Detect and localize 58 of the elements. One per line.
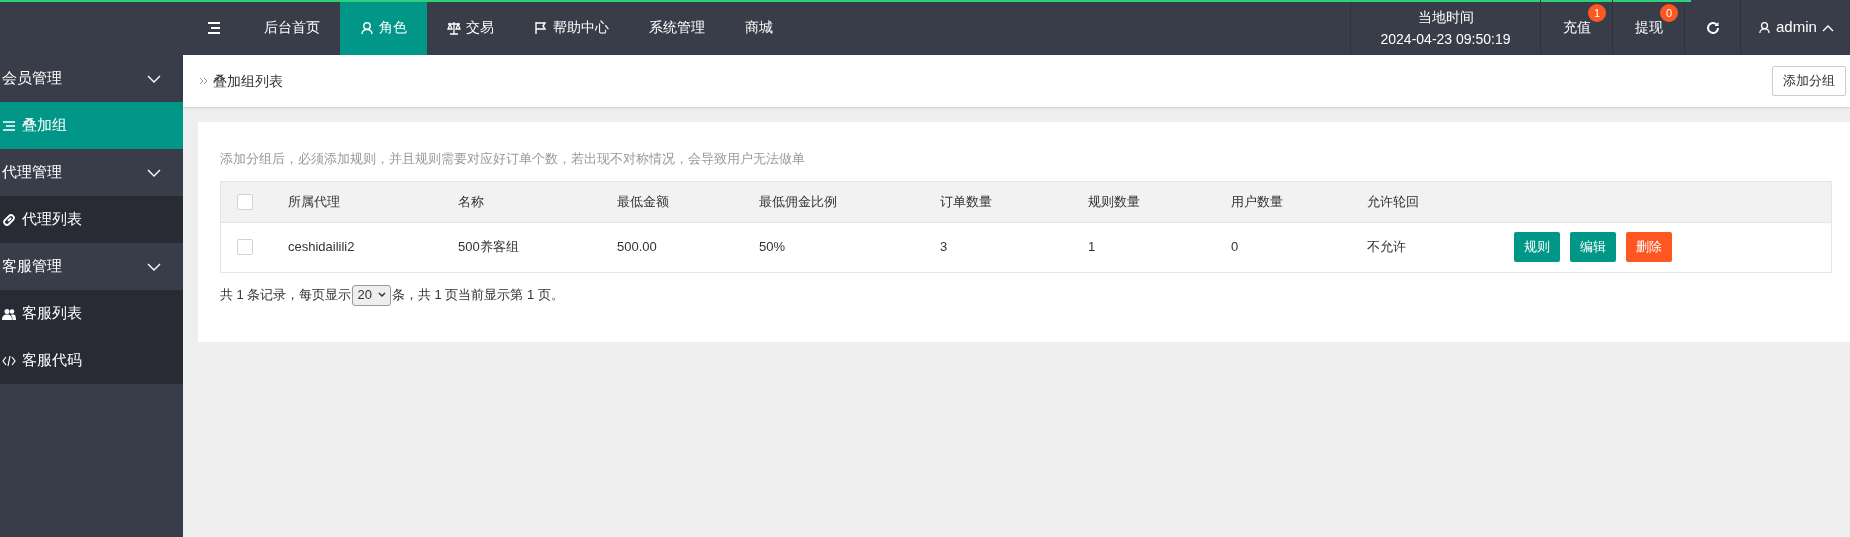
chevron-down-icon xyxy=(147,262,161,271)
column-header: 允许轮回 xyxy=(1367,192,1420,211)
table-cell-text: 50% xyxy=(759,238,787,257)
sidebar-item[interactable]: 叠加组 xyxy=(0,102,183,149)
count-badge: 1 xyxy=(1588,4,1606,22)
table-cell-text: 500养客组 xyxy=(458,238,520,257)
add-group-button[interactable]: 添加分组 xyxy=(1772,66,1846,96)
column-header: 名称 xyxy=(458,192,485,211)
double-chevron-icon xyxy=(199,76,209,86)
nav-tab[interactable]: 商城 xyxy=(725,0,793,55)
users-icon xyxy=(2,306,16,321)
action-button[interactable]: 规则 xyxy=(1514,232,1560,262)
link-icon xyxy=(2,212,16,227)
nav-link[interactable]: 提现 xyxy=(1634,17,1663,38)
code-icon xyxy=(2,353,16,368)
column-header: 最低金额 xyxy=(617,192,670,211)
checkbox[interactable] xyxy=(237,239,253,255)
column-header: 订单数量 xyxy=(940,192,993,211)
table-cell-text: 0 xyxy=(1231,238,1240,257)
user-icon xyxy=(1758,21,1771,34)
table-cell-text: 3 xyxy=(940,238,949,257)
action-button[interactable]: 编辑 xyxy=(1570,232,1616,262)
sidebar-item[interactable]: 代理列表 xyxy=(0,196,183,243)
chevron-down-icon xyxy=(147,74,161,83)
nav-tab[interactable]: 帮助中心 xyxy=(514,0,629,55)
nav-tab[interactable]: 后台首页 xyxy=(244,0,340,55)
checkbox[interactable] xyxy=(237,193,253,210)
table-cell-text: ceshidailili2 xyxy=(288,238,356,257)
flag-icon xyxy=(534,20,548,35)
hint-text: 添加分组后，必须添加规则，并且规则需要对应好订单个数，若出现不对称情况，会导致用户无法做单 xyxy=(220,150,806,168)
column-header: 所属代理 xyxy=(288,192,341,211)
nav-tab[interactable]: 交易 xyxy=(427,0,514,55)
chevron-down-icon xyxy=(147,168,161,177)
sidebar-item[interactable]: 客服列表 xyxy=(0,290,183,337)
clock-label: 当地时间 xyxy=(1417,7,1474,27)
column-header: 规则数量 xyxy=(1088,192,1141,211)
caret-icon xyxy=(1821,23,1834,32)
refresh-icon xyxy=(1705,20,1720,35)
breadcrumb: 叠加组列表 xyxy=(213,71,283,91)
column-header: 最低佣金比例 xyxy=(759,192,838,211)
caret-down-icon xyxy=(377,292,386,298)
clock-time: 2024-04-23 09:50:19 xyxy=(1380,29,1511,49)
scale-icon xyxy=(447,20,461,35)
nav-tab[interactable]: 系统管理 xyxy=(629,0,725,55)
nav-tab[interactable]: 角色 xyxy=(340,0,427,55)
table-cell-text: 500.00 xyxy=(617,238,658,257)
nav-link[interactable]: 充值 xyxy=(1562,17,1591,38)
table-cell-text: 1 xyxy=(1088,238,1097,257)
column-header: 用户数量 xyxy=(1231,192,1284,211)
table-cell-text: 不允许 xyxy=(1367,238,1407,257)
user-icon xyxy=(360,20,374,35)
list-icon xyxy=(2,118,16,133)
pagination-text: 条，共 1 页当前显示第 1 页。 xyxy=(391,286,564,305)
page-size-select[interactable]: 20 xyxy=(352,284,391,306)
sidebar-item[interactable]: 客服代码 xyxy=(0,337,183,384)
menu-icon xyxy=(206,21,221,34)
count-badge: 0 xyxy=(1660,4,1678,22)
pagination-text: 共 1 条记录，每页显示 xyxy=(220,286,352,305)
